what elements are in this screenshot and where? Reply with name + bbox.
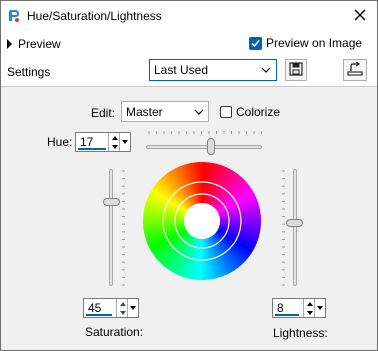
checkbox-box: [220, 106, 232, 118]
color-wheel[interactable]: [143, 162, 261, 280]
chevron-down-icon: [192, 103, 206, 120]
close-button[interactable]: [349, 6, 371, 26]
save-preset-button[interactable]: [285, 59, 307, 81]
preview-expander[interactable]: Preview: [7, 37, 61, 51]
settings-label: Settings: [7, 65, 51, 79]
edit-label: Edit:: [91, 106, 116, 120]
preview-on-image-label: Preview on Image: [266, 36, 363, 50]
focus-underline: [275, 314, 299, 316]
hue-slider-thumb[interactable]: [206, 138, 215, 155]
hue-input[interactable]: 17: [75, 132, 131, 152]
title-bar: Hue/Saturation/Lightness: [1, 1, 377, 32]
lightness-value: 8: [277, 301, 284, 315]
lightness-input[interactable]: 8: [272, 298, 326, 318]
lightness-slider-thumb[interactable]: [286, 218, 303, 227]
paint-icon: [7, 9, 21, 23]
edit-channel-value: Master: [126, 105, 163, 119]
hue-value: 17: [80, 135, 94, 149]
window-title: Hue/Saturation/Lightness: [27, 9, 162, 23]
preset-dropdown[interactable]: Last Used: [149, 59, 277, 81]
colorize-checkbox[interactable]: Colorize: [220, 105, 280, 119]
chevron-down-icon: [258, 61, 274, 79]
hue-saturation-lightness-dialog: Hue/Saturation/Lightness Preview Preview…: [0, 0, 378, 351]
lightness-dropdown-button[interactable]: [314, 299, 324, 317]
colorize-label: Colorize: [236, 105, 281, 119]
preview-toolbar: Preview Preview on Image: [1, 32, 377, 58]
preview-label: Preview: [18, 37, 61, 51]
caret-down-icon: [316, 306, 323, 310]
close-icon: [354, 9, 366, 24]
saturation-slider-track[interactable]: [109, 169, 113, 286]
caret-down-icon: [129, 306, 136, 310]
lightness-label: Lightness:: [273, 326, 328, 340]
edit-channel-dropdown[interactable]: Master: [121, 101, 209, 122]
saturation-slider-thumb[interactable]: [103, 197, 120, 206]
preset-value: Last Used: [154, 63, 209, 77]
hue-label: Hue:: [47, 135, 73, 149]
settings-row: Settings Last Used: [1, 58, 377, 87]
reset-defaults-button[interactable]: [343, 59, 367, 81]
hue-slider-ticks: [148, 131, 262, 134]
reset-defaults-icon: [347, 61, 363, 79]
caret-down-icon: [121, 140, 128, 144]
saturation-input[interactable]: 45: [83, 298, 139, 318]
checkmark-icon: [249, 36, 262, 50]
saturation-dropdown-button[interactable]: [127, 299, 137, 317]
saturation-slider-ticks: [122, 170, 125, 286]
expand-arrow-icon: [7, 39, 12, 49]
focus-underline: [78, 148, 106, 150]
lightness-slider-ticks: [282, 170, 285, 286]
floppy-disk-icon: [289, 61, 303, 79]
saturation-value: 45: [88, 301, 102, 315]
saturation-label: Saturation:: [85, 325, 144, 339]
focus-underline: [86, 314, 112, 316]
lightness-slider-track[interactable]: [293, 169, 297, 286]
hue-dropdown-button[interactable]: [119, 133, 129, 151]
preview-on-image-checkbox[interactable]: Preview on Image: [249, 36, 362, 50]
hue-slider-track[interactable]: [146, 145, 262, 149]
